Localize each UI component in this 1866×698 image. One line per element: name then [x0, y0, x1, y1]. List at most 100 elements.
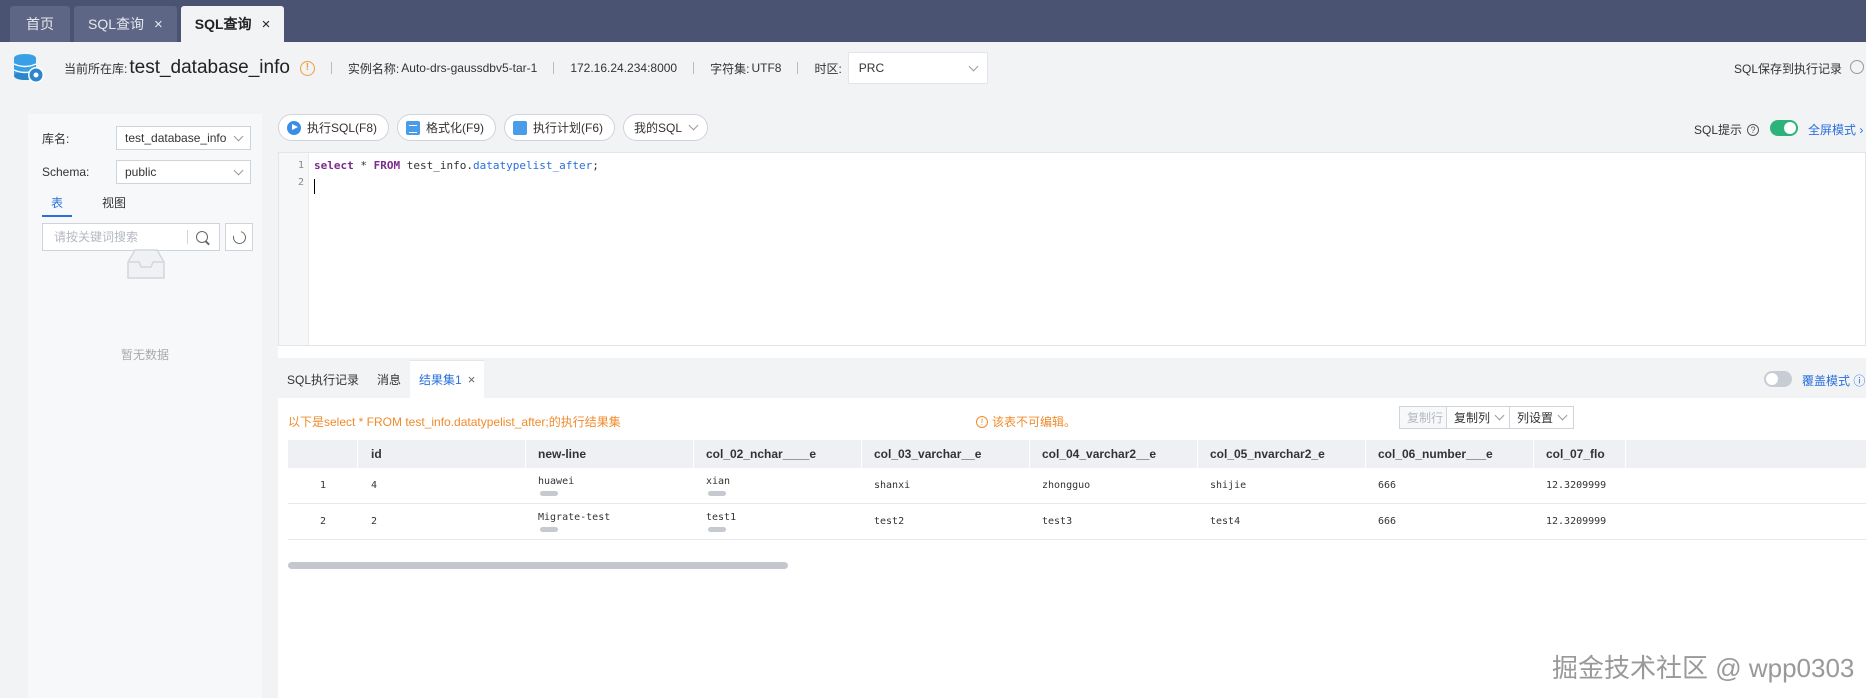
execute-sql-button[interactable]: 执行SQL(F8): [278, 114, 390, 141]
instance-name: Auto-drs-gaussdbv5-tar-1: [401, 61, 538, 75]
warning-icon[interactable]: !: [299, 60, 315, 76]
sql-save-label: SQL保存到执行记录: [1733, 62, 1842, 76]
fullscreen-button[interactable]: 全屏模式 ›: [1808, 121, 1863, 138]
column-header[interactable]: new-line: [526, 440, 694, 468]
tab-home[interactable]: 首页: [10, 6, 70, 42]
result-table: id new-line col_02_nchar____e col_03_var…: [288, 440, 1866, 540]
table-cell[interactable]: shijie: [1198, 480, 1366, 491]
tab-sql-query-1[interactable]: SQL查询 ×: [74, 6, 177, 42]
db-label: 库名:: [42, 131, 70, 146]
table-cell[interactable]: test4: [1198, 516, 1366, 527]
format-button[interactable]: 格式化(F9): [397, 114, 497, 141]
schema-row: Schema: public: [42, 160, 251, 184]
divider: [693, 62, 695, 74]
result-tabs: SQL执行记录 消息 结果集1 ×: [278, 358, 1866, 398]
cover-mode-toggle[interactable]: [1764, 371, 1792, 387]
tab-sql-history[interactable]: SQL执行记录: [278, 360, 368, 398]
execution-plan-button[interactable]: 执行计划(F6): [504, 114, 616, 141]
left-panel: 库名: test_database_info Schema: public 表 …: [28, 114, 262, 698]
database-icon: [12, 51, 46, 85]
warning-text: 该表不可编辑。: [992, 415, 1077, 429]
copy-column-label: 复制列: [1454, 411, 1491, 425]
refresh-icon: [230, 228, 248, 246]
help-icon[interactable]: ?: [1747, 123, 1760, 136]
table-cell[interactable]: zhongguo: [1030, 480, 1198, 491]
close-icon[interactable]: ×: [262, 16, 271, 33]
tab-result-set-1[interactable]: 结果集1 ×: [410, 360, 485, 398]
tab-views[interactable]: 视图: [92, 194, 136, 217]
table-cell[interactable]: test3: [1030, 516, 1198, 527]
column-header-index: [288, 440, 358, 468]
close-icon[interactable]: ×: [468, 372, 476, 387]
sql-hint-toggle[interactable]: [1770, 120, 1798, 136]
empty-inbox-icon: [122, 244, 170, 284]
tab-label: 首页: [26, 16, 54, 32]
instance-label: 实例名称:: [347, 61, 400, 76]
database-info-bar: 当前所在库: test_database_info ! 实例名称: Auto-d…: [0, 42, 1866, 94]
row-index: 2: [320, 516, 327, 527]
column-header[interactable]: id: [358, 440, 526, 468]
sql-hint: SQL提示 ?: [1694, 121, 1760, 138]
column-header[interactable]: col_02_nchar____e: [694, 440, 862, 468]
tab-messages[interactable]: 消息: [368, 360, 410, 398]
tab-tables[interactable]: 表: [42, 194, 73, 217]
editor-toolbar: 执行SQL(F8) 格式化(F9) 执行计划(F6) 我的SQL: [278, 114, 716, 141]
table-row[interactable]: 1 4 huawei xian shanxi zhongguo shijie 6…: [288, 468, 1866, 504]
column-header[interactable]: col_05_nvarchar2_e: [1198, 440, 1366, 468]
instance-address: 172.16.24.234:8000: [570, 61, 678, 75]
refresh-button[interactable]: [225, 223, 253, 251]
divider: [553, 62, 555, 74]
copy-column-dropdown[interactable]: 复制列: [1446, 406, 1512, 429]
schema-select[interactable]: public: [116, 160, 251, 184]
table-cell[interactable]: shanxi: [862, 480, 1030, 491]
sql-save-toggle[interactable]: [1850, 60, 1864, 74]
execution-plan-label: 执行计划(F6): [533, 121, 604, 135]
db-select[interactable]: test_database_info: [116, 126, 251, 150]
horizontal-scrollbar[interactable]: [288, 562, 788, 569]
plan-icon: [513, 120, 528, 135]
divider: [187, 230, 188, 244]
chevron-down-icon: [968, 61, 979, 71]
sql-editor[interactable]: 1 2 select * FROM test_info.datatypelist…: [278, 152, 1866, 346]
column-settings-dropdown[interactable]: 列设置: [1509, 406, 1575, 429]
code-line: select * FROM test_info.datatypelist_aft…: [314, 159, 599, 172]
my-sql-dropdown[interactable]: 我的SQL: [623, 114, 709, 141]
watermark: 掘金技术社区 @ wpp0303: [1552, 653, 1855, 683]
copy-row-button[interactable]: 复制行: [1399, 406, 1452, 429]
table-cell[interactable]: test2: [862, 516, 1030, 527]
cell-text: test1: [706, 511, 737, 523]
column-header[interactable]: col_06_number___e: [1366, 440, 1534, 468]
column-header[interactable]: col_03_varchar__e: [862, 440, 1030, 468]
table-cell[interactable]: 12.3209999: [1534, 516, 1626, 527]
timezone-label: 时区:: [814, 61, 842, 76]
table-cell[interactable]: 2: [358, 516, 526, 527]
table-cell[interactable]: xian: [694, 476, 862, 496]
table-cell[interactable]: Migrate-test: [526, 512, 694, 532]
search-input[interactable]: [54, 230, 186, 244]
tab-label: 消息: [377, 372, 402, 387]
search-icon[interactable]: [196, 231, 208, 243]
charset-label: 字符集:: [710, 61, 750, 76]
table-header: id new-line col_02_nchar____e col_03_var…: [288, 440, 1866, 468]
newline-marker: [540, 526, 558, 532]
db-row: 库名: test_database_info: [42, 126, 251, 150]
timezone-select[interactable]: PRC: [847, 52, 988, 84]
table-cell[interactable]: 4: [358, 480, 526, 491]
table-cell[interactable]: test1: [694, 512, 862, 532]
result-info-text: 以下是select * FROM test_info.datatypelist_…: [288, 415, 621, 429]
divider: [330, 62, 332, 74]
column-header[interactable]: col_07_flo: [1534, 440, 1626, 468]
tab-sql-query-2[interactable]: SQL查询 ×: [180, 6, 285, 42]
table-cell[interactable]: 12.3209999: [1534, 480, 1626, 491]
table-cell[interactable]: huawei: [526, 476, 694, 496]
column-header[interactable]: col_04_varchar2__e: [1030, 440, 1198, 468]
table-row[interactable]: 2 2 Migrate-test test1 test2 test3 test4…: [288, 504, 1866, 540]
tab-label: SQL执行记录: [287, 372, 360, 387]
table-cell[interactable]: 666: [1366, 480, 1534, 491]
not-editable-warning: ! 该表不可编辑。: [976, 413, 1076, 430]
chevron-down-icon: [233, 131, 244, 141]
empty-text: 暂无数据: [120, 348, 169, 362]
object-tabs: 表 视图: [42, 194, 156, 217]
close-icon[interactable]: ×: [154, 16, 163, 33]
table-cell[interactable]: 666: [1366, 516, 1534, 527]
